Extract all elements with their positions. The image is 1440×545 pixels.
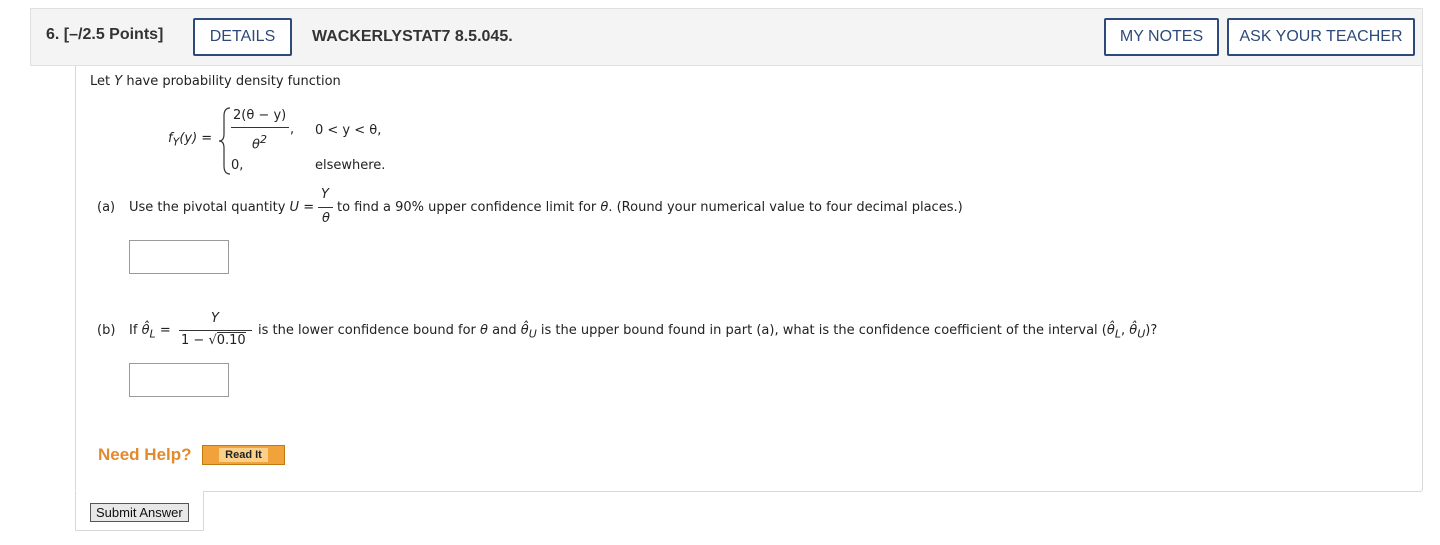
question-id: WACKERLYSTAT7 8.5.045. <box>312 28 513 45</box>
read-it-button[interactable]: Read It <box>202 445 285 465</box>
question-number-points: 6. [–/2.5 Points] <box>46 26 164 43</box>
part-b-frac-den: 1 − √0.10 <box>181 332 246 348</box>
details-button[interactable]: DETAILS <box>193 18 292 56</box>
left-brace <box>218 107 231 175</box>
part-a-frac-den: θ <box>322 211 330 226</box>
case2-condition: elsewhere. <box>315 158 386 173</box>
part-b-answer-input[interactable] <box>129 363 229 397</box>
need-help-label: Need Help? <box>98 445 192 464</box>
part-b-text: is the lower confidence bound for θ and … <box>258 323 1158 341</box>
part-a-frac-num: Y <box>321 187 329 202</box>
question-panel <box>75 66 1423 492</box>
part-a-text-before: Use the pivotal quantity U = <box>129 200 315 215</box>
part-b-label: (b) <box>97 323 116 338</box>
part-b-frac-num: Y <box>211 311 219 326</box>
question-intro: Let Y have probability density function <box>90 74 341 89</box>
my-notes-button[interactable]: MY NOTES <box>1104 18 1219 56</box>
part-a-answer-input[interactable] <box>129 240 229 274</box>
case1-denominator: θ2 <box>252 133 267 153</box>
question-header: 6. [–/2.5 Points] DETAILS WACKERLYSTAT7 … <box>30 8 1423 66</box>
part-a-text-after: to find a 90% upper confidence limit for… <box>337 200 963 215</box>
part-b-if: If θ̂L = <box>129 323 171 341</box>
ask-your-teacher-button[interactable]: ASK YOUR TEACHER <box>1227 18 1415 56</box>
case2-value: 0, <box>231 158 244 173</box>
case1-condition: 0 < y < θ, <box>315 123 382 138</box>
submit-answer-button[interactable]: Submit Answer <box>90 503 189 522</box>
case1-numerator: 2(θ − y) <box>233 108 287 123</box>
pdf-lhs: fY(y) = <box>168 131 213 149</box>
case1-comma: , <box>290 122 295 137</box>
part-a-label: (a) <box>97 200 116 215</box>
